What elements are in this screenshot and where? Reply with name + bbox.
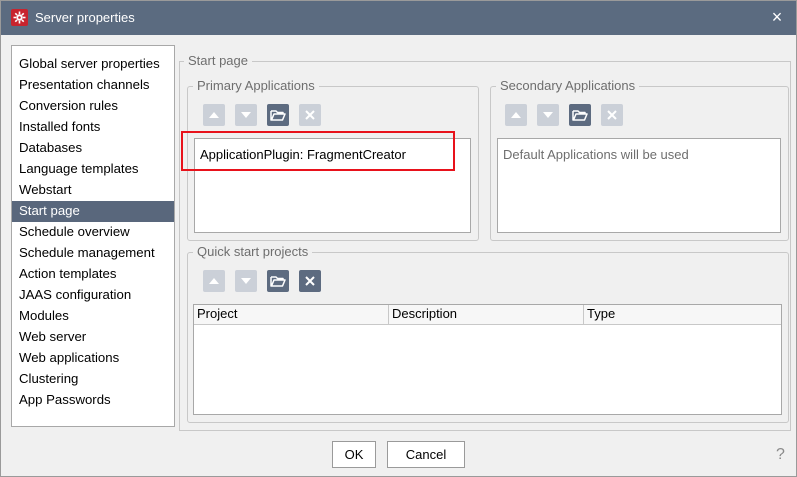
remove-icon xyxy=(305,276,315,286)
remove-icon xyxy=(305,110,315,120)
primary-applications-title: Primary Applications xyxy=(193,79,319,93)
folder-open-icon xyxy=(572,110,588,121)
column-header-type[interactable]: Type xyxy=(584,305,781,325)
move-up-button[interactable] xyxy=(203,104,225,126)
remove-button[interactable] xyxy=(299,104,321,126)
quick-start-projects-title: Quick start projects xyxy=(193,245,313,259)
arrow-up-icon xyxy=(511,112,521,118)
quick-start-toolbar xyxy=(203,270,321,292)
arrow-down-icon xyxy=(241,112,251,118)
arrow-up-icon xyxy=(209,112,219,118)
nav-item-start-page[interactable]: Start page xyxy=(12,201,174,222)
nav-item-installed-fonts[interactable]: Installed fonts xyxy=(12,117,174,138)
folder-open-icon xyxy=(270,110,286,121)
annotation-highlight xyxy=(181,131,455,171)
nav-item-clustering[interactable]: Clustering xyxy=(12,369,174,390)
help-icon[interactable]: ? xyxy=(776,445,790,465)
remove-icon xyxy=(607,110,617,120)
settings-nav-list: Global server properties Presentation ch… xyxy=(11,45,175,427)
title-bar: Server properties × xyxy=(1,1,796,35)
nav-item-databases[interactable]: Databases xyxy=(12,138,174,159)
secondary-applications-title: Secondary Applications xyxy=(496,79,640,93)
window-title: Server properties xyxy=(35,10,135,25)
nav-item-web-applications[interactable]: Web applications xyxy=(12,348,174,369)
nav-item-language-templates[interactable]: Language templates xyxy=(12,159,174,180)
move-down-button[interactable] xyxy=(235,270,257,292)
nav-item-schedule-overview[interactable]: Schedule overview xyxy=(12,222,174,243)
nav-item-web-server[interactable]: Web server xyxy=(12,327,174,348)
move-down-button[interactable] xyxy=(235,104,257,126)
remove-button[interactable] xyxy=(299,270,321,292)
move-up-button[interactable] xyxy=(203,270,225,292)
quick-start-projects-table[interactable]: Project Description Type xyxy=(193,304,782,415)
cancel-button[interactable]: Cancel xyxy=(387,441,465,468)
nav-item-presentation-channels[interactable]: Presentation channels xyxy=(12,75,174,96)
close-icon[interactable]: × xyxy=(766,6,788,28)
secondary-applications-list[interactable]: Default Applications will be used xyxy=(497,138,781,233)
nav-item-webstart[interactable]: Webstart xyxy=(12,180,174,201)
column-header-project[interactable]: Project xyxy=(194,305,389,325)
empty-list-placeholder: Default Applications will be used xyxy=(503,147,689,162)
primary-toolbar xyxy=(203,104,321,126)
nav-item-modules[interactable]: Modules xyxy=(12,306,174,327)
server-properties-dialog: Server properties × Global server proper… xyxy=(0,0,797,477)
start-page-title: Start page xyxy=(184,54,252,68)
arrow-down-icon xyxy=(241,278,251,284)
ok-button[interactable]: OK xyxy=(332,441,376,468)
open-button[interactable] xyxy=(569,104,591,126)
nav-item-jaas-configuration[interactable]: JAAS configuration xyxy=(12,285,174,306)
nav-item-conversion-rules[interactable]: Conversion rules xyxy=(12,96,174,117)
open-button[interactable] xyxy=(267,270,289,292)
move-up-button[interactable] xyxy=(505,104,527,126)
secondary-toolbar xyxy=(505,104,623,126)
nav-item-schedule-management[interactable]: Schedule management xyxy=(12,243,174,264)
open-button[interactable] xyxy=(267,104,289,126)
arrow-down-icon xyxy=(543,112,553,118)
gear-icon xyxy=(11,9,28,26)
column-header-description[interactable]: Description xyxy=(389,305,584,325)
nav-item-action-templates[interactable]: Action templates xyxy=(12,264,174,285)
folder-open-icon xyxy=(270,276,286,287)
remove-button[interactable] xyxy=(601,104,623,126)
move-down-button[interactable] xyxy=(537,104,559,126)
arrow-up-icon xyxy=(209,278,219,284)
nav-item-app-passwords[interactable]: App Passwords xyxy=(12,390,174,411)
nav-item-global-server-properties[interactable]: Global server properties xyxy=(12,54,174,75)
